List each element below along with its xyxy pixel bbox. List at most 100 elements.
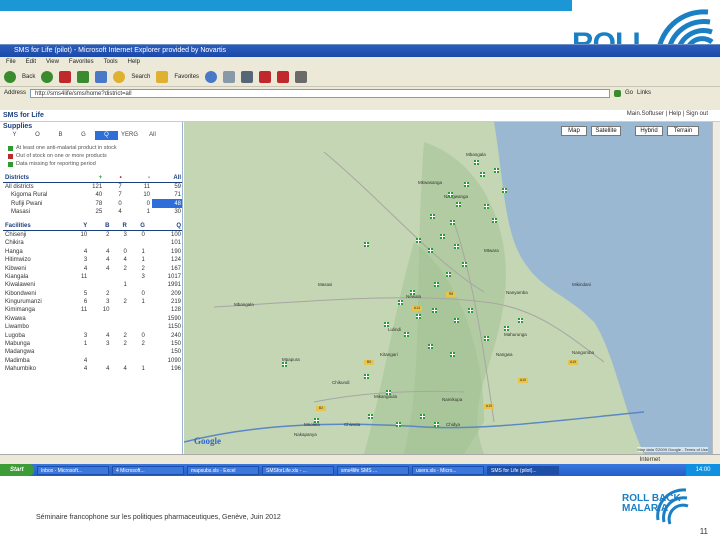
facility-marker-icon[interactable]: [364, 374, 369, 379]
facility-marker-icon[interactable]: [502, 188, 507, 193]
facility-marker-icon[interactable]: [456, 202, 461, 207]
table-row[interactable]: Hitimwizo 3 4 4 1 124: [3, 256, 182, 264]
facility-marker-icon[interactable]: [462, 262, 467, 267]
table-row[interactable]: Madimba 4 1090: [3, 357, 182, 365]
hybrid-button[interactable]: Hybrid: [635, 126, 663, 136]
facility-marker-icon[interactable]: [448, 192, 453, 197]
table-row[interactable]: Lugoba 3 4 2 0 240: [3, 331, 182, 339]
table-row[interactable]: Mahumbiko 4 4 4 1 196: [3, 365, 182, 373]
menu-help[interactable]: Help: [128, 57, 140, 67]
facility-marker-icon[interactable]: [454, 318, 459, 323]
history-icon[interactable]: [205, 70, 218, 83]
back-label[interactable]: Back: [22, 74, 35, 80]
map-view[interactable]: Map Satellite Hybrid Terrain Mbangala Mk…: [184, 122, 712, 454]
satellite-button[interactable]: Satellite: [591, 126, 621, 136]
table-row[interactable]: Kigoma Rural 40 7 10 71: [3, 191, 182, 199]
refresh-icon[interactable]: [77, 70, 90, 83]
facility-marker-icon[interactable]: [404, 332, 409, 337]
task-button-active[interactable]: SMS for Life (pilot)...: [487, 465, 559, 475]
facility-marker-icon[interactable]: [428, 248, 433, 253]
tab-y[interactable]: Y: [3, 131, 26, 140]
facility-marker-icon[interactable]: [454, 244, 459, 249]
print-icon[interactable]: [241, 70, 254, 83]
menu-tools[interactable]: Tools: [104, 57, 118, 67]
facility-marker-icon[interactable]: [420, 414, 425, 419]
table-row[interactable]: All districts 121 7 11 59: [3, 183, 182, 192]
go-icon[interactable]: [614, 89, 622, 97]
search-label[interactable]: Search: [131, 74, 150, 80]
search-icon[interactable]: [113, 70, 126, 83]
facility-marker-icon[interactable]: [282, 362, 287, 367]
start-button[interactable]: Start: [0, 464, 34, 476]
address-input[interactable]: http://sms4life/sms/home?district=all: [30, 88, 611, 98]
menu-edit[interactable]: Edit: [26, 57, 36, 67]
favorites-label[interactable]: Favorites: [174, 74, 199, 80]
table-row[interactable]: Kiangala 11 3 1017: [3, 273, 182, 281]
menu-view[interactable]: View: [46, 57, 59, 67]
menu-favorites[interactable]: Favorites: [69, 57, 94, 67]
task-button[interactable]: mapsubs.xls - Excel: [187, 465, 259, 475]
table-row[interactable]: Chisenji 10 2 3 0 100: [3, 231, 182, 240]
addon-icon[interactable]: [277, 70, 290, 83]
task-button[interactable]: sms4life SMS ...: [337, 465, 409, 475]
help-link[interactable]: Help: [669, 111, 681, 117]
facility-marker-icon[interactable]: [364, 242, 369, 247]
tools-icon[interactable]: [295, 70, 308, 83]
mail-icon[interactable]: [223, 70, 236, 83]
facility-marker-icon[interactable]: [484, 204, 489, 209]
facility-marker-icon[interactable]: [368, 414, 373, 419]
facility-marker-icon[interactable]: [434, 282, 439, 287]
table-row[interactable]: Chikira 101: [3, 239, 182, 247]
page-scrollbar[interactable]: [712, 122, 720, 454]
table-row[interactable]: Liwambo 1150: [3, 323, 182, 331]
tab-all[interactable]: All: [141, 131, 164, 140]
table-row[interactable]: Mabunga 1 3 2 2 150: [3, 340, 182, 348]
links-label[interactable]: Links: [637, 90, 651, 96]
facility-marker-icon[interactable]: [440, 234, 445, 239]
table-row[interactable]: Kiwalaweni 1 1991: [3, 281, 182, 289]
facility-marker-icon[interactable]: [484, 336, 489, 341]
table-row[interactable]: Hanga 4 4 0 1 190: [3, 248, 182, 256]
facility-marker-icon[interactable]: [434, 422, 439, 427]
tab-yerg[interactable]: YERG: [118, 131, 141, 140]
facility-marker-icon[interactable]: [386, 390, 391, 395]
facility-marker-icon[interactable]: [428, 344, 433, 349]
table-row[interactable]: Kiwawa 1590: [3, 315, 182, 323]
pdf-icon[interactable]: [259, 70, 272, 83]
table-row[interactable]: Rufiji Pwani 78 0 0 48: [3, 199, 182, 208]
facility-marker-icon[interactable]: [480, 172, 485, 177]
facility-marker-icon[interactable]: [504, 326, 509, 331]
table-row[interactable]: Masasi 25 4 1 30: [3, 208, 182, 216]
facility-marker-icon[interactable]: [518, 318, 523, 323]
facility-marker-icon[interactable]: [450, 352, 455, 357]
facility-marker-icon[interactable]: [384, 322, 389, 327]
facility-marker-icon[interactable]: [494, 168, 499, 173]
facility-marker-icon[interactable]: [464, 182, 469, 187]
favorites-icon[interactable]: [156, 70, 169, 83]
facility-marker-icon[interactable]: [410, 290, 415, 295]
forward-icon[interactable]: [41, 70, 54, 83]
facility-marker-icon[interactable]: [396, 422, 401, 427]
facility-marker-icon[interactable]: [398, 300, 403, 305]
table-row[interactable]: Kibweni 4 4 2 2 167: [3, 264, 182, 272]
tab-q[interactable]: Q: [95, 131, 118, 140]
map-button[interactable]: Map: [561, 126, 587, 136]
task-button[interactable]: 4 Microsoft...: [112, 465, 184, 475]
facility-marker-icon[interactable]: [492, 218, 497, 223]
table-row[interactable]: Madangwa 150: [3, 348, 182, 356]
facility-marker-icon[interactable]: [446, 272, 451, 277]
tab-o[interactable]: O: [26, 131, 49, 140]
go-button[interactable]: Go: [625, 90, 633, 96]
facility-marker-icon[interactable]: [432, 308, 437, 313]
table-row[interactable]: Kibondweni 5 2 0 209: [3, 290, 182, 298]
facility-marker-icon[interactable]: [314, 418, 319, 423]
task-button[interactable]: Inbox - Microsoft...: [37, 465, 109, 475]
menu-file[interactable]: File: [6, 57, 16, 67]
facility-marker-icon[interactable]: [450, 220, 455, 225]
back-icon[interactable]: [4, 70, 16, 83]
tab-b[interactable]: B: [49, 131, 72, 140]
facility-marker-icon[interactable]: [416, 314, 421, 319]
table-row[interactable]: Kingurumanzi 6 3 2 1 219: [3, 298, 182, 306]
home-icon[interactable]: [95, 70, 108, 83]
stop-icon[interactable]: [59, 70, 72, 83]
